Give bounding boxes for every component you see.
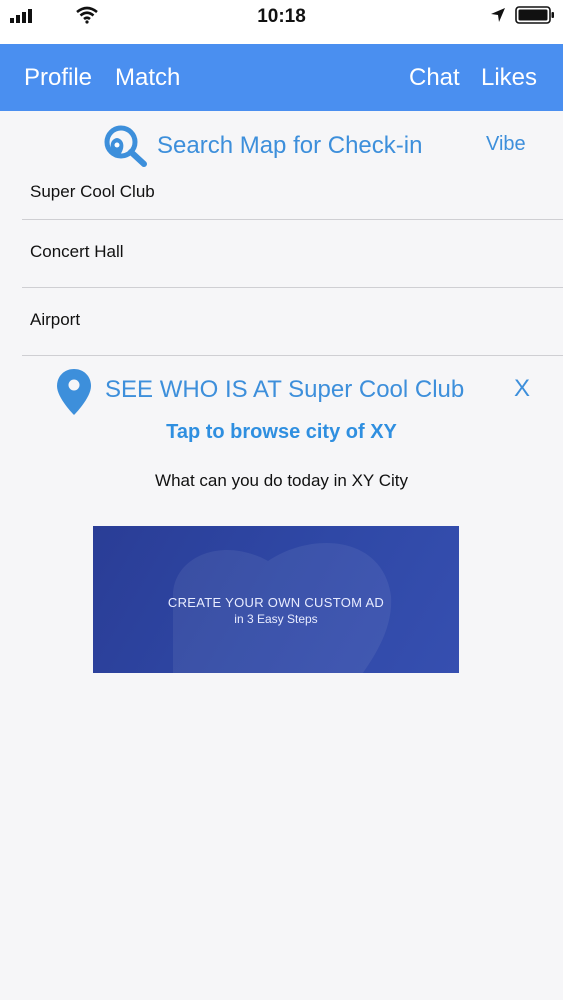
status-time: 10:18 [257,6,306,27]
see-who-link[interactable]: SEE WHO IS AT Super Cool Club [105,376,464,404]
list-item[interactable]: Super Cool Club [22,160,563,220]
list-item-label: Super Cool Club [30,182,155,201]
nav-match-button[interactable]: Match [115,64,180,92]
ad-headline: CREATE YOUR OWN CUSTOM AD [167,595,385,610]
nav-profile-button[interactable]: Profile [24,64,92,92]
city-subtitle: What can you do today in XY City [155,471,408,490]
browse-city-link[interactable]: Tap to browse city of XY [0,421,563,444]
nav-chat-button[interactable]: Chat [409,64,460,92]
location-list: Super Cool Club Concert Hall Airport [22,160,563,356]
map-pin-icon [57,369,91,415]
ad-subline: in 3 Easy Steps [234,612,318,626]
custom-ad-banner[interactable]: CREATE YOUR OWN CUSTOM AD in 3 Easy Step… [93,526,459,673]
status-bar: 10:18 [0,0,563,44]
search-map-label[interactable]: Search Map for Check-in [157,132,422,160]
battery-icon [515,6,554,24]
list-item-label: Concert Hall [30,242,124,261]
list-item[interactable]: Airport [22,288,563,356]
location-arrow-icon [491,8,505,22]
nav-likes-button[interactable]: Likes [481,64,537,92]
list-item-label: Airport [30,310,81,329]
list-item[interactable]: Concert Hall [22,220,563,288]
vibe-button[interactable]: Vibe [486,133,526,156]
top-nav-bar: Profile Match Chat Likes [0,44,563,111]
close-button[interactable]: X [514,375,530,403]
see-who-row: SEE WHO IS AT Super Cool Club X [0,364,563,420]
